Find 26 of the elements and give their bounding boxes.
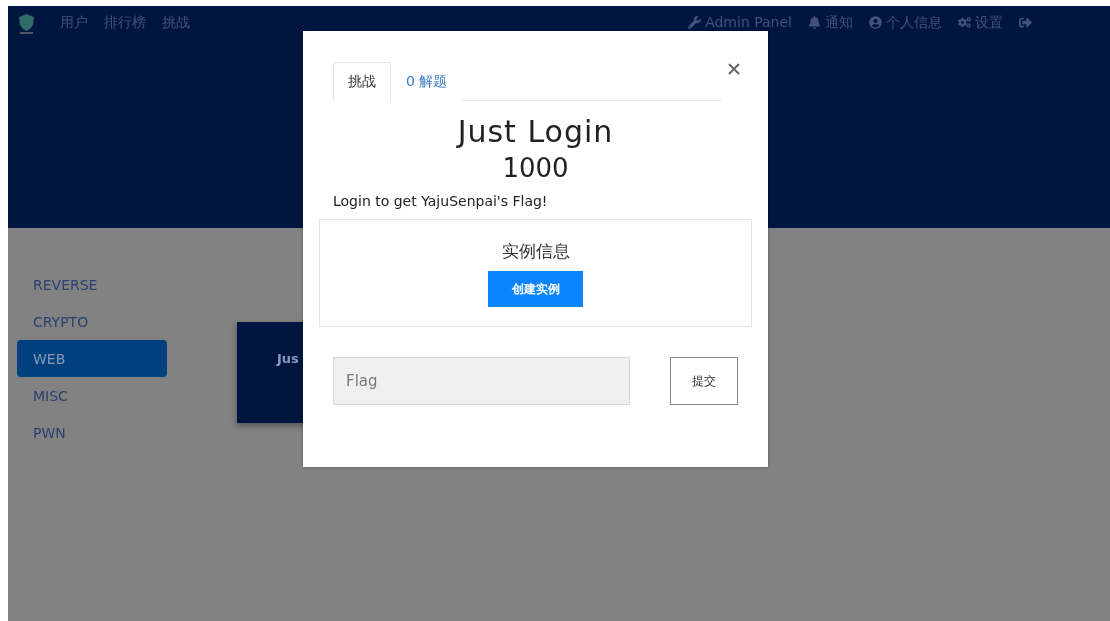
bell-icon (808, 15, 821, 29)
nav-link[interactable]: 个人信息 (869, 13, 942, 31)
close-icon[interactable] (728, 63, 740, 75)
nav-link[interactable]: Admin Panel (688, 13, 792, 31)
category-item[interactable]: CRYPTO (17, 303, 167, 340)
nav-link[interactable]: 排行榜 (104, 13, 146, 31)
shield-logo-icon (18, 13, 35, 35)
tab[interactable]: 挑战 (333, 62, 391, 101)
category-item[interactable]: PWN (17, 414, 167, 451)
category-item[interactable]: WEB (17, 340, 167, 377)
instance-title: 实例信息 (501, 240, 570, 263)
nav-link[interactable]: 通知 (808, 13, 853, 31)
category-item[interactable]: MISC (17, 377, 167, 414)
challenge-points: 1000 (501, 152, 570, 185)
challenge-title: Jus (277, 351, 299, 366)
challenge-description: Login to get YajuSenpai's Flag! (333, 193, 549, 209)
nav-link[interactable]: 设置 (958, 13, 1003, 31)
nav-link[interactable]: 挑战 (162, 13, 190, 31)
category-item[interactable]: REVERSE (17, 266, 167, 303)
submit-button[interactable]: 提交 (670, 357, 738, 405)
flag-input[interactable]: Flag (333, 357, 630, 405)
nav-link[interactable]: 用户 (60, 13, 88, 31)
challenge-name: Just Login (455, 115, 615, 149)
gears-icon (958, 15, 971, 29)
wrench-icon (688, 15, 702, 29)
create-instance-button[interactable]: 创建实例 (488, 271, 583, 307)
